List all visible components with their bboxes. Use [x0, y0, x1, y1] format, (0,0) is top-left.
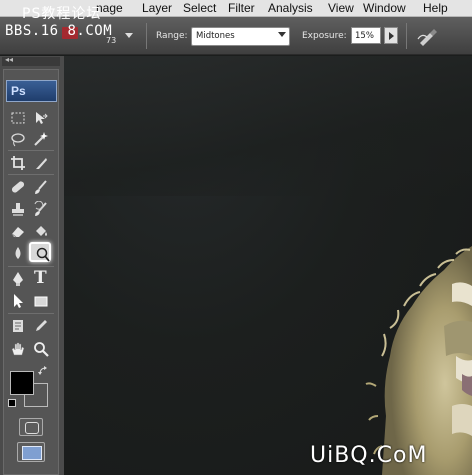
menu-layer[interactable]: Layer: [142, 1, 172, 15]
toolbox-divider: [8, 266, 54, 267]
healing-brush-tool[interactable]: [7, 177, 29, 197]
options-separator: [406, 23, 407, 49]
move-icon: [36, 112, 48, 124]
watermark-title: PS教程论坛: [22, 6, 102, 22]
zoom-tool[interactable]: [30, 339, 52, 359]
menu-window[interactable]: Window: [363, 1, 406, 15]
toolbox-header[interactable]: ◂◂: [2, 55, 60, 66]
site-logo-watermark: UiBQ.CoM: [310, 443, 428, 468]
exposure-slider-button[interactable]: [384, 27, 398, 44]
brush-icon: [35, 180, 47, 194]
lasso-tool[interactable]: [7, 129, 29, 149]
menu-filter[interactable]: Filter: [228, 1, 255, 15]
marquee-icon: [11, 112, 25, 124]
menu-view[interactable]: View: [328, 1, 354, 15]
screen-mode-button[interactable]: [17, 442, 45, 462]
dodge-icon: [36, 247, 50, 262]
quick-mask-button[interactable]: [19, 418, 43, 436]
range-label: Range:: [156, 31, 188, 41]
menu-analysis[interactable]: Analysis: [268, 1, 313, 15]
shape-tool[interactable]: [30, 291, 52, 311]
pen-icon: [13, 272, 23, 286]
range-select-value: Midtones: [196, 31, 235, 41]
eyedropper-icon: [36, 320, 47, 331]
crop-icon: [11, 156, 25, 170]
slice-tool[interactable]: [30, 153, 52, 173]
type-icon: T: [34, 268, 47, 288]
swap-colors-icon[interactable]: [38, 366, 48, 376]
paint-bucket-tool[interactable]: [30, 221, 52, 241]
blur-drop-icon: [15, 247, 21, 259]
marquee-tool[interactable]: [7, 108, 29, 128]
magic-wand-tool[interactable]: [30, 129, 52, 149]
dog-fur-image: [365, 246, 472, 475]
exposure-input[interactable]: 15%: [351, 27, 381, 44]
toolbox-divider: [8, 174, 54, 175]
menu-select[interactable]: Select: [183, 1, 216, 15]
toolbox-divider: [8, 313, 54, 314]
watermark-url: BBS.16 8.COM: [5, 23, 113, 39]
eyedropper-tool[interactable]: [30, 316, 52, 336]
clone-stamp-tool[interactable]: [7, 199, 29, 219]
history-brush-icon: [34, 201, 47, 216]
ps-logo[interactable]: Ps: [6, 80, 57, 102]
menu-help[interactable]: Help: [423, 1, 448, 15]
lasso-icon: [11, 133, 25, 147]
rectangle-icon: [34, 296, 48, 307]
brush-tool[interactable]: [30, 177, 52, 197]
blur-tool[interactable]: [7, 243, 29, 263]
history-brush-tool[interactable]: [30, 199, 52, 219]
airbrush-button[interactable]: [416, 25, 440, 47]
notes-tool[interactable]: [7, 316, 29, 336]
airbrush-icon: [417, 29, 437, 46]
document-canvas[interactable]: [64, 56, 472, 475]
paint-bucket-icon: [36, 226, 47, 236]
brush-picker-arrow-icon[interactable]: [125, 33, 133, 38]
collapse-icon[interactable]: ◂◂: [5, 55, 13, 64]
dodge-tool[interactable]: [29, 242, 51, 262]
ps-logo-text: Ps: [11, 84, 26, 98]
options-separator: [146, 23, 147, 49]
notes-icon: [13, 320, 23, 332]
foreground-color-swatch[interactable]: [10, 371, 34, 395]
exposure-input-value: 15%: [355, 31, 374, 41]
range-select[interactable]: Midtones: [191, 27, 290, 46]
type-tool[interactable]: T: [30, 268, 52, 289]
slice-icon: [36, 158, 47, 169]
default-colors-icon[interactable]: [8, 399, 16, 407]
pen-tool[interactable]: [7, 269, 29, 289]
path-selection-tool[interactable]: [7, 291, 29, 311]
hand-tool[interactable]: [7, 339, 29, 359]
magic-wand-icon: [34, 132, 48, 146]
crop-tool[interactable]: [7, 153, 29, 173]
exposure-label: Exposure:: [302, 31, 347, 41]
magnifier-icon: [34, 342, 49, 357]
eraser-icon: [11, 227, 24, 238]
bandage-icon: [11, 181, 25, 193]
chevron-down-icon: [278, 32, 286, 37]
toolbox-divider: [8, 150, 54, 151]
path-arrow-icon: [14, 294, 23, 308]
stamp-icon: [12, 203, 24, 216]
eraser-tool[interactable]: [7, 221, 29, 241]
move-tool[interactable]: [30, 108, 52, 128]
chevron-right-icon: [389, 32, 394, 40]
hand-icon: [11, 342, 25, 356]
